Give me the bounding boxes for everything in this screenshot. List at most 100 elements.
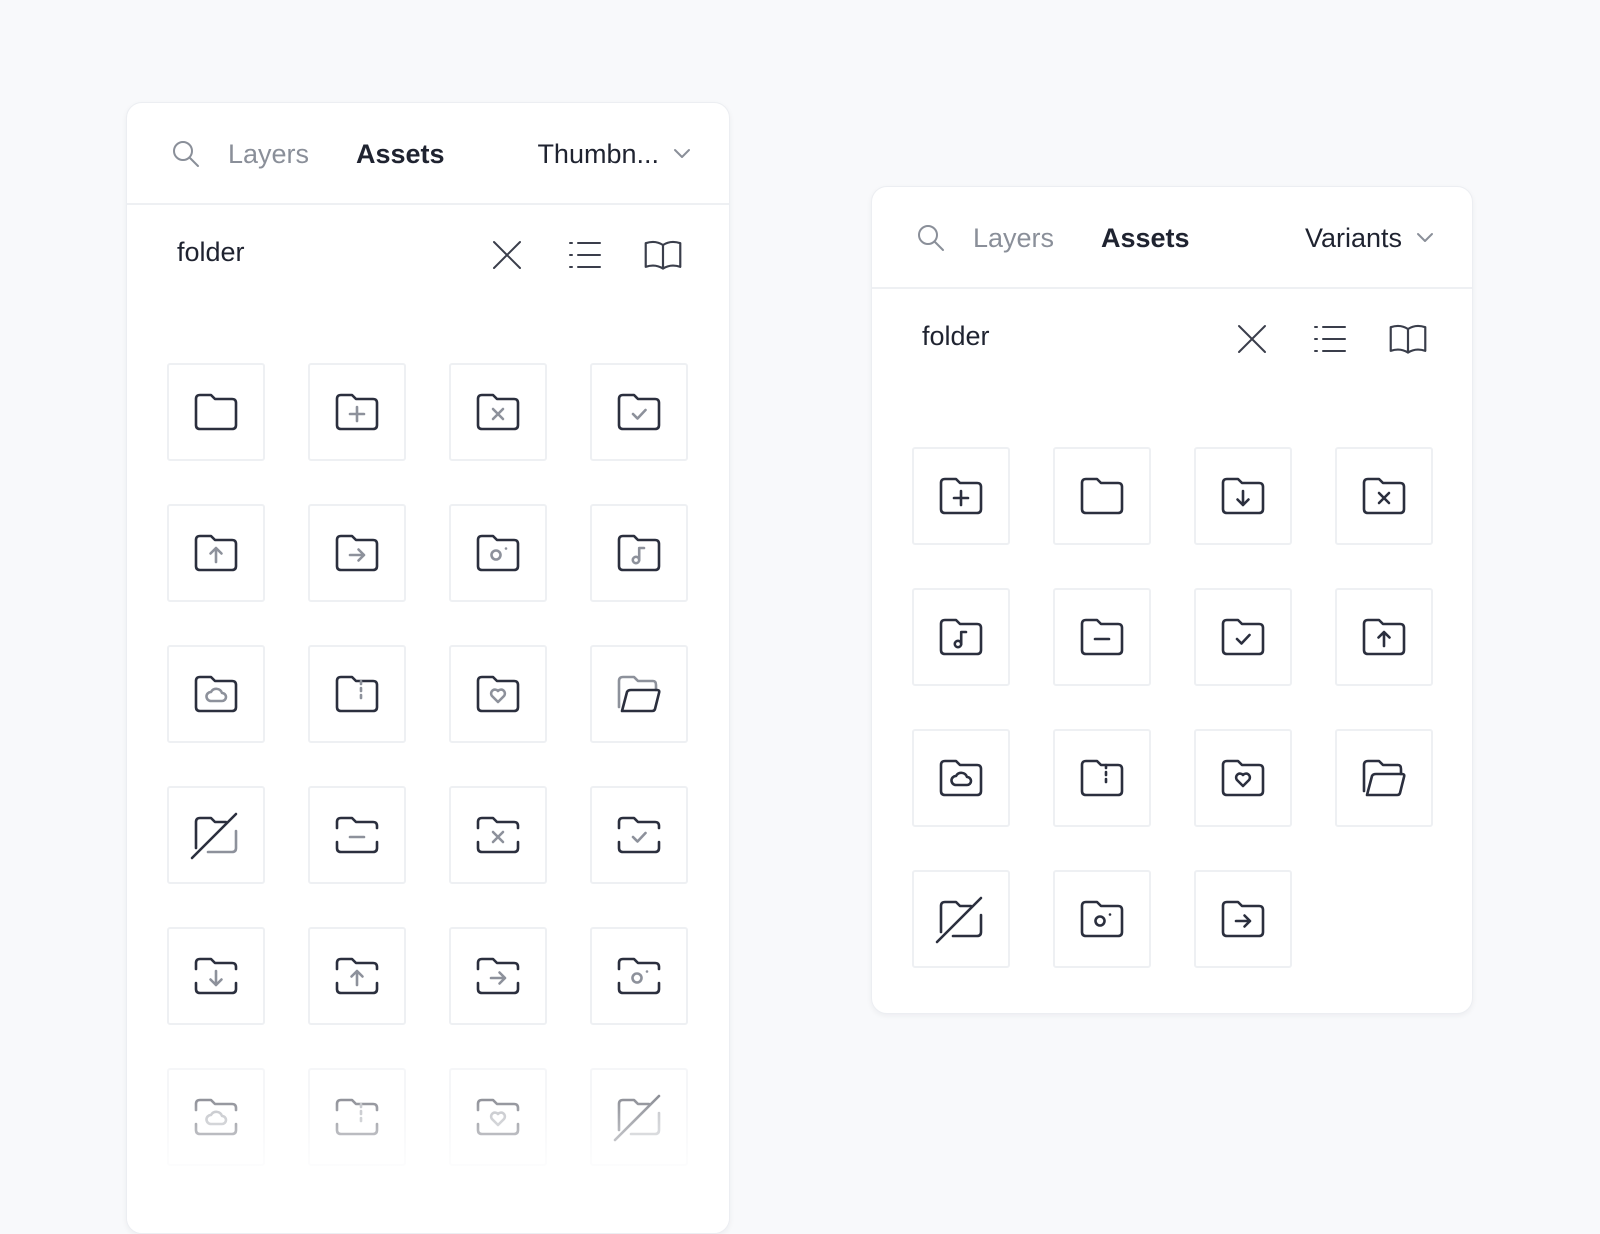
clear-icon[interactable] xyxy=(487,235,527,275)
folder-camera-icon xyxy=(468,523,528,583)
icon-grid xyxy=(167,363,688,1166)
icon-tile-folder-x[interactable] xyxy=(449,363,547,461)
folder-minus-dashed-icon xyxy=(327,805,387,865)
list-view-icon[interactable] xyxy=(1310,319,1350,359)
chevron-down-icon xyxy=(1417,233,1433,242)
assets-panel-thumbnails: Layers Assets Thumbn... folder xyxy=(126,102,730,1234)
clear-icon[interactable] xyxy=(1232,319,1272,359)
icon-tile-folder-heart[interactable] xyxy=(449,645,547,743)
icon-tile-folder-plus[interactable] xyxy=(912,447,1010,545)
folder-open-icon xyxy=(609,664,669,724)
folder-download-icon xyxy=(1213,466,1273,526)
icon-tile-folder-check[interactable] xyxy=(590,363,688,461)
icon-tile-folder-cloud[interactable] xyxy=(167,645,265,743)
search-input[interactable]: folder xyxy=(177,237,245,268)
folder-camera-icon xyxy=(1072,889,1132,949)
folder-cloud-dashed-icon xyxy=(186,1087,246,1147)
icon-tile-folder-off[interactable] xyxy=(167,786,265,884)
icon-tile-folder-upload-dashed[interactable] xyxy=(308,927,406,1025)
folder-check-dashed-icon xyxy=(609,805,669,865)
icon-tile-folder-arrow-right[interactable] xyxy=(308,504,406,602)
icon-tile-folder-zip[interactable] xyxy=(1053,729,1151,827)
search-icon[interactable] xyxy=(171,139,201,169)
folder-heart-icon xyxy=(468,664,528,724)
folder-minus-icon xyxy=(1072,607,1132,667)
icon-tile-folder-heart-dashed[interactable] xyxy=(449,1068,547,1166)
view-mode-label: Thumbn... xyxy=(537,138,659,169)
folder-download-dashed-icon xyxy=(186,946,246,1006)
folder-off-icon xyxy=(186,805,246,865)
folder-music-icon xyxy=(609,523,669,583)
folder-x-icon xyxy=(1354,466,1414,526)
tab-layers[interactable]: Layers xyxy=(973,221,1054,255)
folder-cloud-icon xyxy=(186,664,246,724)
icon-tile-folder-open[interactable] xyxy=(590,645,688,743)
view-mode-dropdown[interactable]: Variants xyxy=(1305,221,1434,255)
folder-x-dashed-icon xyxy=(468,805,528,865)
library-icon[interactable] xyxy=(643,235,683,275)
icon-tile-folder-camera[interactable] xyxy=(1053,870,1151,968)
folder-plus-icon xyxy=(327,382,387,442)
tab-assets[interactable]: Assets xyxy=(1101,221,1190,255)
icon-tile-folder-heart[interactable] xyxy=(1194,729,1292,827)
folder-heart-icon xyxy=(1213,748,1273,808)
folder-camera-dashed-icon xyxy=(609,946,669,1006)
icon-tile-folder-upload[interactable] xyxy=(1335,588,1433,686)
icon-tile-folder-minus-dashed[interactable] xyxy=(308,786,406,884)
icon-tile-folder-zip[interactable] xyxy=(308,645,406,743)
icon-tile-folder-camera[interactable] xyxy=(449,504,547,602)
folder-icon xyxy=(1072,466,1132,526)
folder-heart-dashed-icon xyxy=(468,1087,528,1147)
icon-tile-folder-upload[interactable] xyxy=(167,504,265,602)
asset-search-bar: folder xyxy=(127,205,729,305)
icon-tile-folder[interactable] xyxy=(167,363,265,461)
tab-assets[interactable]: Assets xyxy=(356,137,445,171)
icon-tile-folder-check[interactable] xyxy=(1194,588,1292,686)
folder-arrow-right-dashed-icon xyxy=(468,946,528,1006)
icon-tile-folder-off-dashed[interactable] xyxy=(590,1068,688,1166)
icon-tile-folder-camera-dashed[interactable] xyxy=(590,927,688,1025)
folder-arrow-right-icon xyxy=(1213,889,1273,949)
asset-search-bar: folder xyxy=(872,289,1472,389)
assets-panel-variants: Layers Assets Variants folder xyxy=(871,186,1473,1014)
icon-tile-folder-arrow-right[interactable] xyxy=(1194,870,1292,968)
icon-tile-folder-x[interactable] xyxy=(1335,447,1433,545)
icon-tile-folder-music[interactable] xyxy=(590,504,688,602)
folder-zip-dashed-icon xyxy=(327,1087,387,1147)
icon-tile-folder-zip-dashed[interactable] xyxy=(308,1068,406,1166)
folder-plus-icon xyxy=(931,466,991,526)
icon-tile-folder-cloud-dashed[interactable] xyxy=(167,1068,265,1166)
view-mode-dropdown[interactable]: Thumbn... xyxy=(537,137,691,171)
icon-tile-folder-plus[interactable] xyxy=(308,363,406,461)
icon-tile-folder-music[interactable] xyxy=(912,588,1010,686)
folder-off-dashed-icon xyxy=(609,1087,669,1147)
tab-layers[interactable]: Layers xyxy=(228,137,309,171)
panel-header: Layers Assets Variants xyxy=(872,187,1472,289)
search-input[interactable]: folder xyxy=(922,321,990,352)
icon-tile-folder-x-dashed[interactable] xyxy=(449,786,547,884)
folder-upload-dashed-icon xyxy=(327,946,387,1006)
folder-icon xyxy=(186,382,246,442)
folder-upload-icon xyxy=(1354,607,1414,667)
list-view-icon[interactable] xyxy=(565,235,605,275)
folder-off-icon xyxy=(931,889,991,949)
folder-music-icon xyxy=(931,607,991,667)
icon-tile-folder-check-dashed[interactable] xyxy=(590,786,688,884)
folder-upload-icon xyxy=(186,523,246,583)
search-icon[interactable] xyxy=(916,223,946,253)
library-icon[interactable] xyxy=(1388,319,1428,359)
icon-tile-folder-minus[interactable] xyxy=(1053,588,1151,686)
icon-tile-folder[interactable] xyxy=(1053,447,1151,545)
folder-x-icon xyxy=(468,382,528,442)
folder-zip-icon xyxy=(1072,748,1132,808)
icon-tile-folder-arrow-right-dashed[interactable] xyxy=(449,927,547,1025)
folder-check-icon xyxy=(609,382,669,442)
icon-tile-folder-download[interactable] xyxy=(1194,447,1292,545)
icon-tile-folder-off[interactable] xyxy=(912,870,1010,968)
icon-tile-folder-cloud[interactable] xyxy=(912,729,1010,827)
icon-tile-folder-download-dashed[interactable] xyxy=(167,927,265,1025)
icon-tile-folder-open[interactable] xyxy=(1335,729,1433,827)
chevron-down-icon xyxy=(674,149,690,158)
folder-cloud-icon xyxy=(931,748,991,808)
icon-grid xyxy=(912,447,1433,968)
